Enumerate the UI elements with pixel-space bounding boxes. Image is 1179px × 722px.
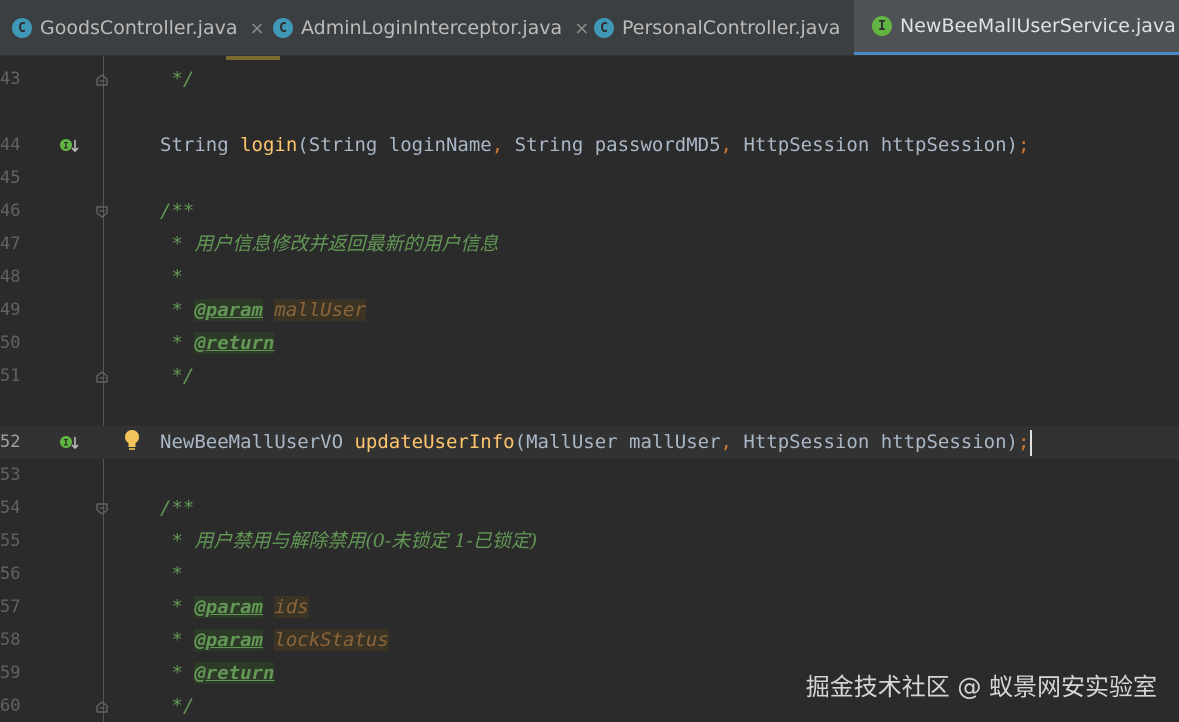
svg-text:I: I [63,439,68,449]
line-number: 52 [0,432,21,452]
code-text: String login(String loginName, String pa… [160,134,1030,156]
inlay-hint-row [0,96,1179,129]
code-text: * @param ids [160,596,309,618]
fold-end-icon[interactable] [96,371,108,383]
fold-end-icon[interactable] [96,74,108,86]
fold-start-icon[interactable] [96,206,108,218]
code-text: */ [160,68,195,90]
code-line-53[interactable]: 53 [0,459,1179,492]
editor-tab-bar: C GoodsController.java × C AdminLoginInt… [0,0,1179,56]
line-number: 44 [0,135,21,155]
code-line-43[interactable]: 43 */ [0,63,1179,96]
class-icon: C [273,18,293,38]
line-number: 55 [0,531,21,551]
code-text: * 用户信息修改并返回最新的用户信息 [160,233,499,255]
line-number: 45 [0,168,21,188]
svg-text:I: I [63,142,68,152]
code-line-49[interactable]: 49 * @param mallUser [0,294,1179,327]
tab-goods-controller[interactable]: C GoodsController.java × [0,0,265,55]
tab-admin-login-interceptor[interactable]: C AdminLoginInterceptor.java × [260,0,589,55]
line-number: 47 [0,234,21,254]
code-editor[interactable]: 43 */ 44 I String login(String loginName… [0,56,1179,722]
code-text: * 用户禁用与解除禁用(0-未锁定 1-已锁定) [160,530,538,552]
tab-label: AdminLoginInterceptor.java [301,17,563,39]
lightbulb-icon[interactable] [122,428,142,454]
code-line-56[interactable]: 56 * [0,558,1179,591]
code-text: * @param lockStatus [160,629,389,651]
highlight-remnant [226,56,280,60]
fold-start-icon[interactable] [96,503,108,515]
tab-label: NewBeeMallUserService.java [900,15,1176,37]
line-number: 51 [0,366,21,386]
tab-newbeemall-user-service[interactable]: I NewBeeMallUserService.java × [854,0,1179,55]
code-line-46[interactable]: 46 /** [0,195,1179,228]
line-number: 43 [0,69,21,89]
tab-label: PersonalController.java [622,17,841,39]
tab-label: GoodsController.java [40,17,238,39]
fold-end-icon[interactable] [96,701,108,713]
implemented-icon[interactable]: I [59,434,81,452]
code-line-51[interactable]: 51 */ [0,360,1179,393]
inlay-hint-row [0,393,1179,426]
code-text: */ [160,695,195,717]
line-number: 56 [0,564,21,584]
code-line-58[interactable]: 58 * @param lockStatus [0,624,1179,657]
code-line-45[interactable]: 45 [0,162,1179,195]
line-number: 54 [0,498,21,518]
line-number: 53 [0,465,21,485]
code-line-52[interactable]: 52 I NewBeeMallUserVO updateUserInfo(Mal… [0,426,1179,459]
code-text: /** [160,200,195,222]
code-text: NewBeeMallUserVO updateUserInfo(MallUser… [160,426,1033,459]
class-icon: C [594,18,614,38]
line-number: 46 [0,201,21,221]
code-line-44[interactable]: 44 I String login(String loginName, Stri… [0,129,1179,162]
code-text: * @return [160,332,275,354]
code-text: */ [160,365,195,387]
text-caret [1030,429,1033,456]
inlay-hint [160,393,178,426]
line-number: 49 [0,300,21,320]
tab-personal-controller[interactable]: C PersonalController.java × [582,0,867,55]
code-text: * [160,266,183,288]
code-line-50[interactable]: 50 * @return [0,327,1179,360]
line-number: 48 [0,267,21,287]
code-line-47[interactable]: 47 * 用户信息修改并返回最新的用户信息 [0,228,1179,261]
code-text: * @return [160,662,275,684]
interface-icon: I [872,16,892,36]
line-number: 59 [0,663,21,683]
line-number: 60 [0,696,21,716]
line-number: 57 [0,597,21,617]
code-text: * [160,563,183,585]
watermark: 掘金技术社区 @ 蚁景网安实验室 [805,673,1157,701]
implemented-icon[interactable]: I [59,137,81,155]
code-line-55[interactable]: 55 * 用户禁用与解除禁用(0-未锁定 1-已锁定) [0,525,1179,558]
code-line-48[interactable]: 48 * [0,261,1179,294]
code-text: /** [160,497,195,519]
line-number: 50 [0,333,21,353]
code-text: * @param mallUser [160,299,366,321]
line-number: 58 [0,630,21,650]
code-line-57[interactable]: 57 * @param ids [0,591,1179,624]
class-icon: C [12,18,32,38]
code-line-54[interactable]: 54 /** [0,492,1179,525]
